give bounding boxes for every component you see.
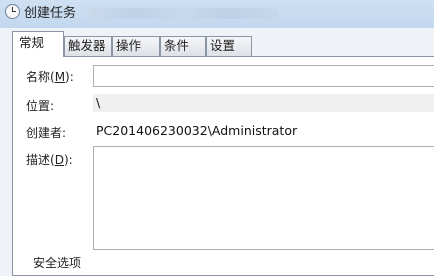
tab-actions[interactable]: 操作	[112, 36, 160, 56]
description-accel-key: D	[54, 153, 64, 167]
author-label: 创建者:	[26, 126, 67, 140]
security-options-heading: 安全选项	[33, 256, 82, 270]
tab-settings[interactable]: 设置	[206, 36, 252, 56]
tab-conditions-label: 条件	[164, 38, 190, 53]
location-field	[93, 94, 434, 112]
description-label: 描述(D):	[26, 153, 73, 167]
window-title: 创建任务	[24, 6, 77, 21]
name-input[interactable]	[93, 65, 434, 87]
tab-general[interactable]: 常规	[12, 31, 64, 57]
clock-icon	[5, 4, 20, 19]
name-accel-key: M	[54, 70, 66, 84]
tab-settings-label: 设置	[210, 38, 236, 53]
tab-triggers-label: 触发器	[68, 38, 106, 53]
location-label: 位置:	[26, 99, 55, 113]
name-label: 名称(M):	[26, 70, 74, 84]
window-subtitle-blurred	[88, 8, 278, 19]
tab-triggers[interactable]: 触发器	[64, 36, 112, 56]
tab-conditions[interactable]: 条件	[160, 36, 206, 56]
tab-actions-label: 操作	[116, 38, 142, 53]
description-textarea[interactable]	[93, 146, 434, 250]
author-value: PC201406230032\Administrator	[96, 123, 298, 138]
title-bar: 创建任务	[0, 0, 434, 28]
location-value: \	[96, 95, 101, 110]
tab-general-label: 常规	[19, 35, 45, 50]
